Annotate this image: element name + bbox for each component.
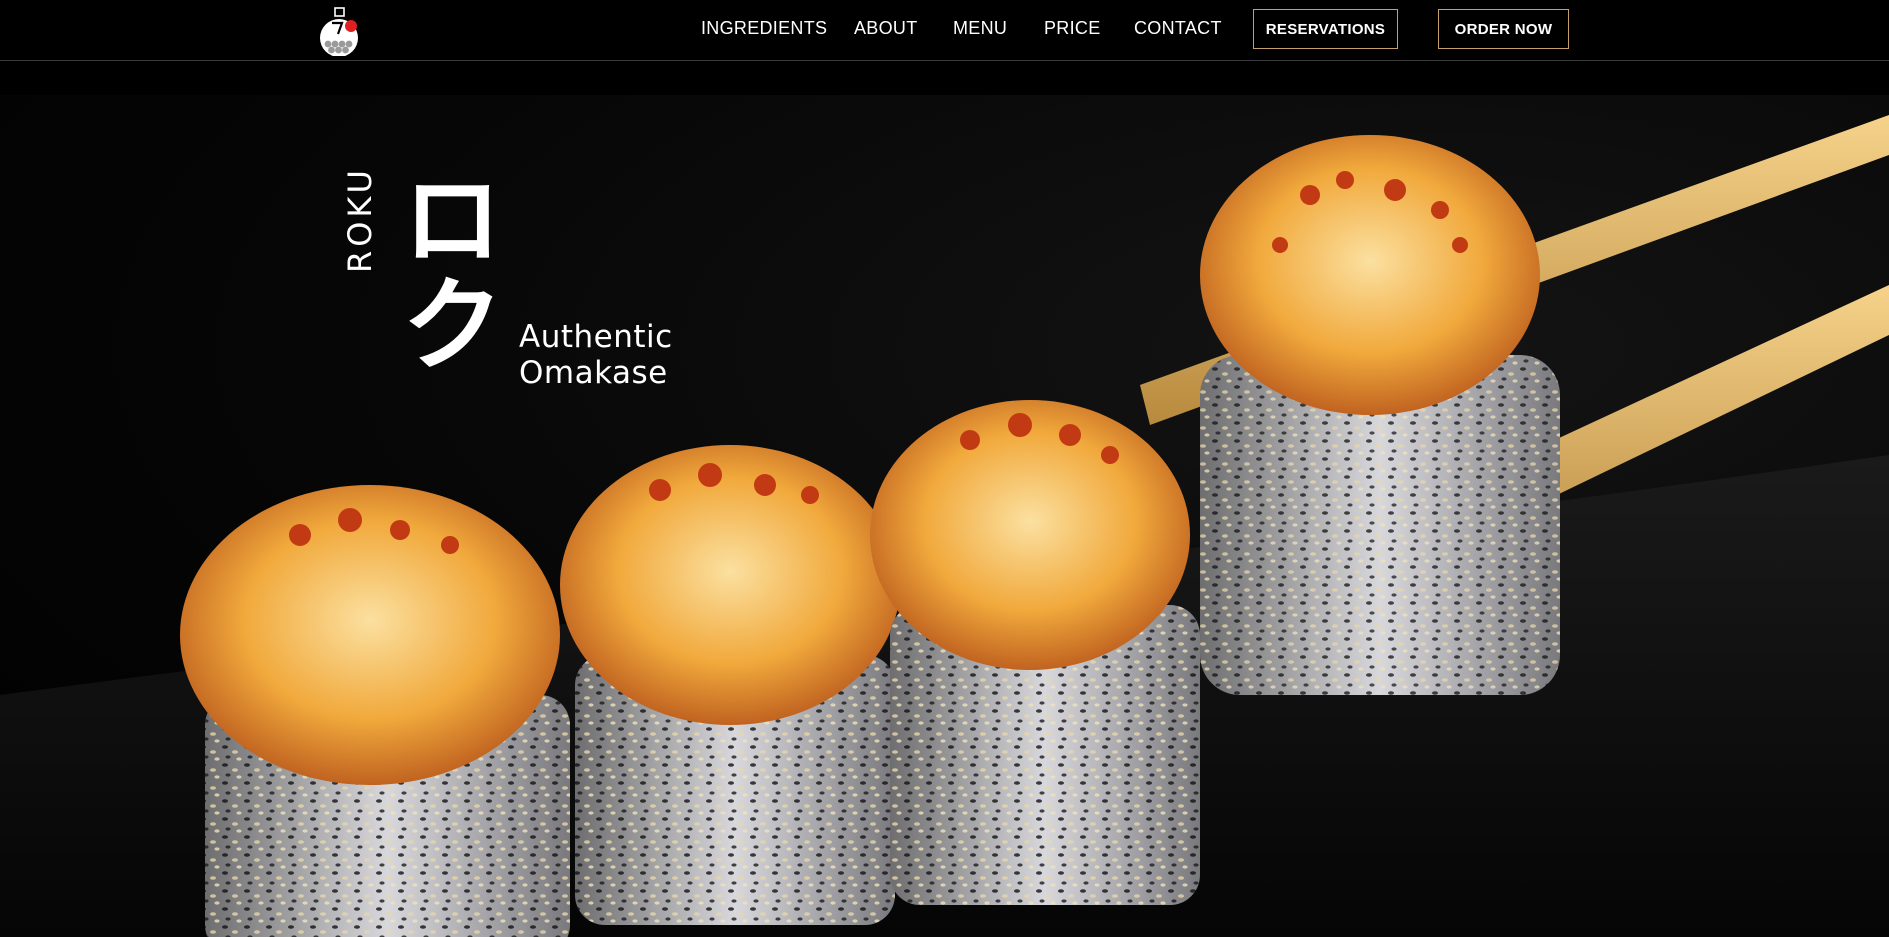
- logo[interactable]: [316, 6, 362, 57]
- sushi-photo: [0, 115, 1889, 937]
- nav-link-menu[interactable]: MENU: [953, 16, 1007, 40]
- logo-icon: [320, 7, 358, 57]
- brand-kana: ロク: [382, 166, 504, 374]
- brand-name: ROKU: [341, 166, 379, 274]
- reservations-button[interactable]: RESERVATIONS: [1253, 9, 1398, 49]
- order-now-button[interactable]: ORDER NOW: [1438, 9, 1569, 49]
- navbar: INGREDIENTS ABOUT MENU PRICE CONTACT RES…: [0, 0, 1889, 61]
- tagline-line-1: Authentic: [519, 319, 673, 355]
- tagline-line-2: Omakase: [519, 355, 668, 391]
- hero-image: [0, 95, 1889, 937]
- nav-link-about[interactable]: ABOUT: [854, 16, 918, 40]
- nav-link-price[interactable]: PRICE: [1044, 16, 1101, 40]
- nav-link-contact[interactable]: CONTACT: [1134, 16, 1222, 40]
- nav-link-ingredients[interactable]: INGREDIENTS: [701, 16, 827, 40]
